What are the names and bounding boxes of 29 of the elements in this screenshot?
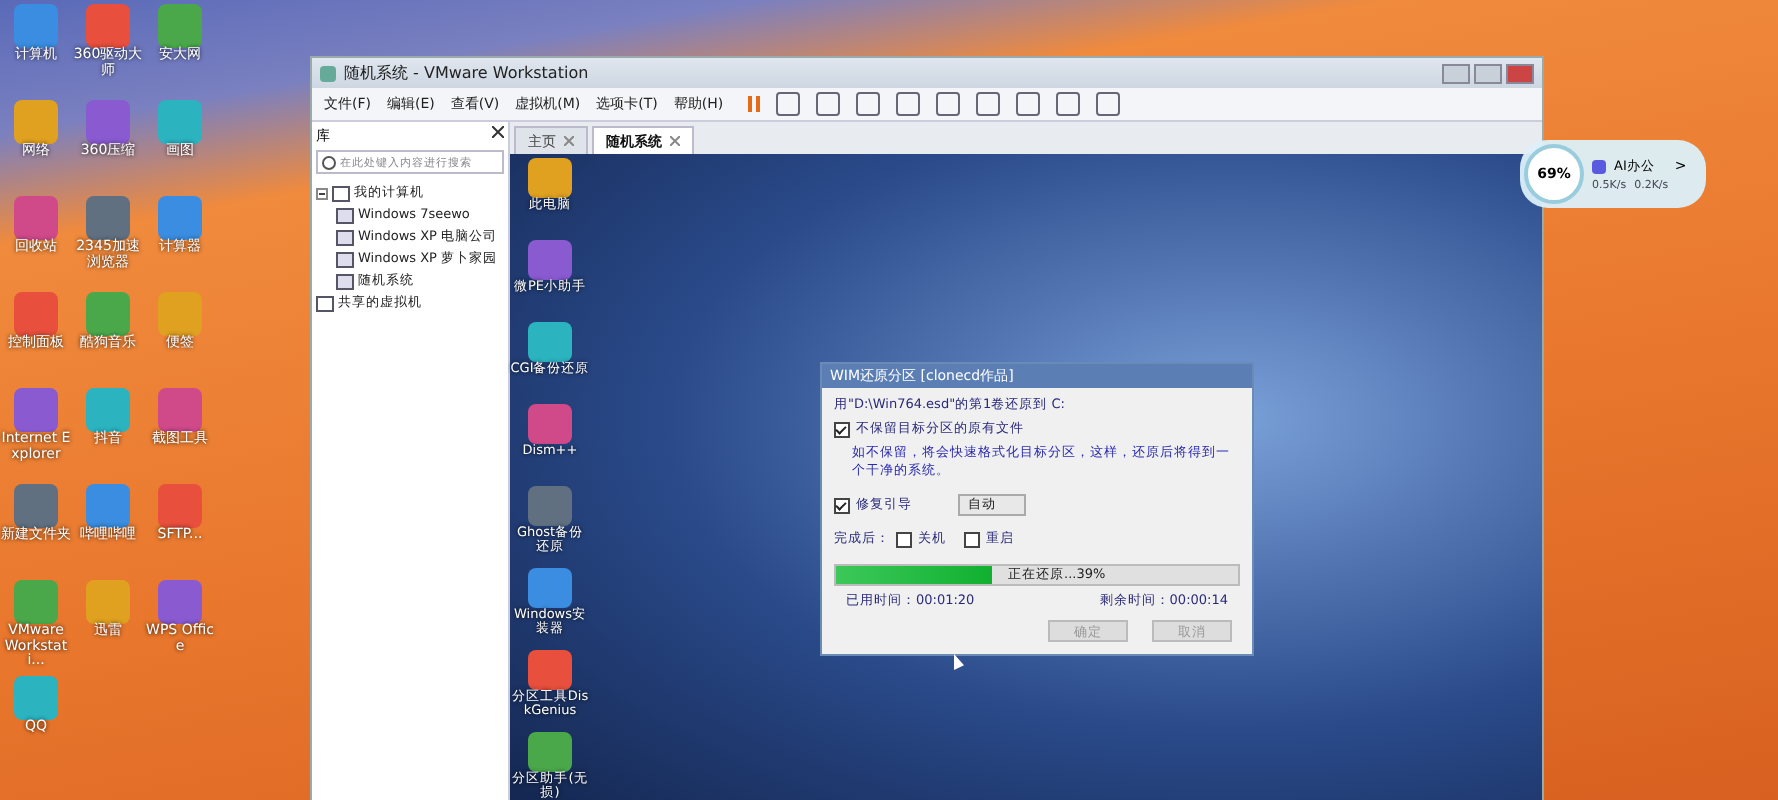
toolbar-icon[interactable] (975, 92, 1000, 116)
app-icon[interactable] (528, 404, 572, 444)
app-icon[interactable] (528, 732, 572, 772)
search-icon (322, 155, 336, 169)
toolbar-icon[interactable] (855, 92, 880, 116)
window-title: 随机系统 - VMware Workstation (344, 62, 591, 84)
mouse-cursor-icon (954, 654, 964, 670)
toolbar-icon[interactable] (775, 92, 800, 116)
expand-toggle-icon[interactable] (316, 187, 328, 199)
checkbox[interactable] (964, 531, 980, 547)
pause-icon[interactable] (747, 96, 760, 112)
toolbar-icon[interactable] (815, 92, 840, 116)
toolbar-icon[interactable] (895, 92, 920, 116)
toolbar-icon[interactable] (1015, 92, 1040, 116)
close-icon[interactable] (492, 126, 504, 138)
app-logo-icon (320, 65, 336, 81)
app-icon[interactable] (528, 650, 572, 690)
checkbox[interactable] (896, 531, 912, 547)
toolbar-icon[interactable] (1055, 92, 1080, 116)
window-controls-icon[interactable] (1442, 63, 1534, 83)
app-icon[interactable] (528, 158, 572, 198)
toolbar-icon[interactable] (935, 92, 960, 116)
toolbar-icon[interactable] (1095, 92, 1120, 116)
app-icon[interactable] (528, 322, 572, 362)
checkbox[interactable] (834, 421, 850, 437)
app-icon[interactable] (528, 240, 572, 280)
checkbox[interactable] (834, 497, 850, 513)
ai-logo-icon (1592, 159, 1606, 173)
app-icon[interactable] (528, 568, 572, 608)
